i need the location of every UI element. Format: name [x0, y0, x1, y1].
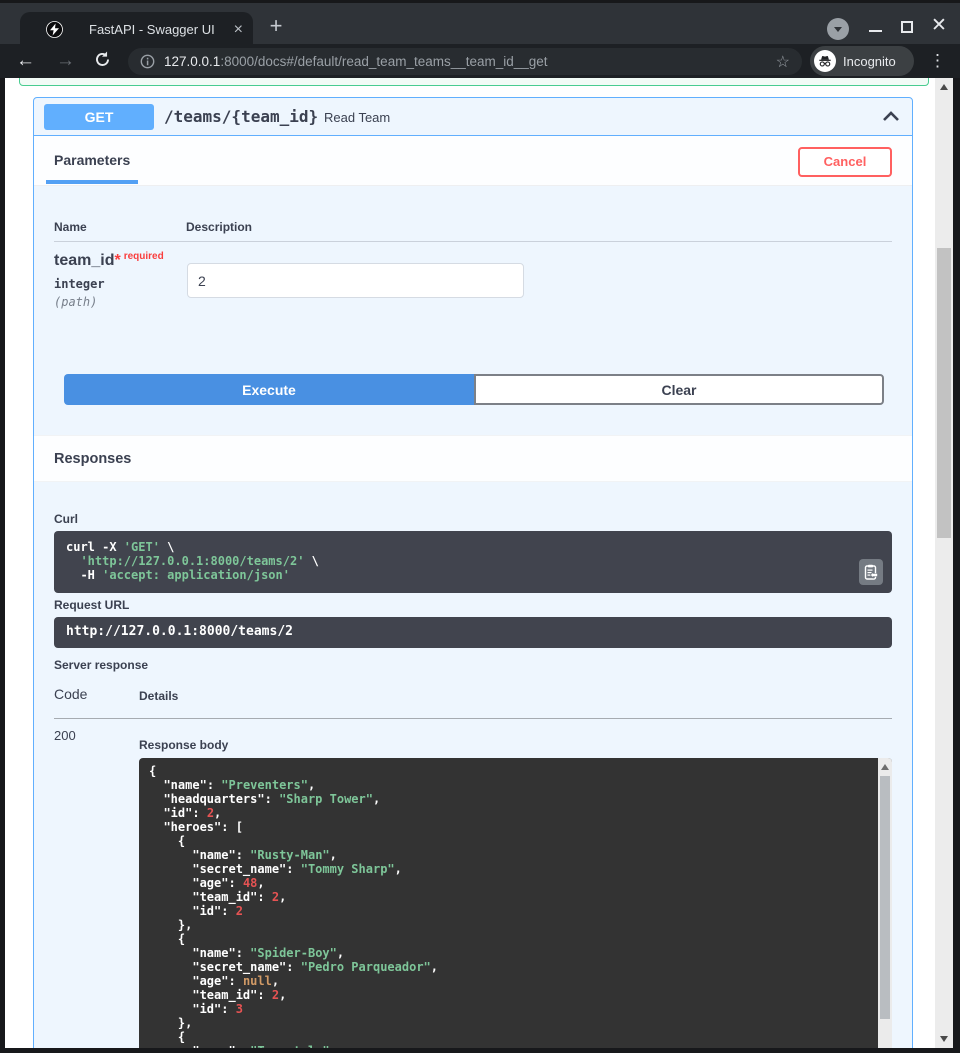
clear-button[interactable]: Clear [474, 374, 884, 405]
cancel-button[interactable]: Cancel [798, 147, 892, 177]
active-tab-underline [46, 180, 138, 184]
method-badge: GET [44, 104, 154, 130]
page-scroll-down-icon[interactable] [940, 1036, 948, 1042]
endpoint-summary: Read Team [324, 98, 390, 136]
request-url-label: Request URL [54, 598, 129, 612]
bookmark-star-icon[interactable]: ☆ [776, 52, 790, 72]
new-tab-button[interactable]: + [262, 13, 290, 41]
copy-to-clipboard-button[interactable] [859, 559, 883, 585]
back-icon[interactable]: ← [16, 50, 35, 71]
window-menu-button[interactable] [827, 18, 849, 40]
previous-opblock-partial[interactable] [19, 78, 929, 86]
menu-kebab-icon[interactable]: ⋮ [929, 51, 946, 71]
page-scrollbar-thumb[interactable] [937, 248, 951, 538]
required-star: * [114, 252, 120, 269]
url-path: :8000/docs#/default/read_team_teams__tea… [220, 54, 547, 69]
response-body-scrollbar[interactable] [878, 758, 892, 1048]
responses-section-header: Responses [34, 435, 912, 482]
param-value-input[interactable] [187, 263, 524, 298]
required-label: required [124, 251, 164, 262]
execute-button[interactable]: Execute [64, 374, 474, 405]
responses-title: Responses [54, 451, 131, 467]
param-name: team_id*required [54, 251, 164, 270]
code-column-header: Code [54, 686, 87, 702]
endpoint-path: /teams/{team_id} [164, 98, 318, 136]
forward-icon[interactable]: → [56, 50, 75, 71]
details-column-header: Details [139, 689, 178, 703]
incognito-icon [814, 50, 836, 72]
browser-toolbar: ← → 127.0.0.1:8000/docs#/default/read_te… [0, 44, 960, 78]
browser-tab[interactable]: FastAPI - Swagger UI × [20, 12, 253, 47]
column-header-name: Name [54, 220, 87, 234]
request-url-block: http://127.0.0.1:8000/teams/2 [54, 617, 892, 648]
parameters-section-header: Parameters Cancel [34, 136, 912, 186]
scroll-up-arrow-icon[interactable] [881, 764, 889, 770]
url-host: 127.0.0.1 [164, 54, 220, 69]
site-info-icon[interactable] [140, 54, 155, 69]
reload-icon[interactable] [94, 50, 111, 69]
chevron-down-icon [834, 27, 842, 32]
opblock-header[interactable]: GET /teams/{team_id} Read Team [34, 98, 912, 136]
request-url-value: http://127.0.0.1:8000/teams/2 [66, 625, 880, 639]
url-bar[interactable]: 127.0.0.1:8000/docs#/default/read_team_t… [128, 48, 802, 75]
status-code: 200 [54, 728, 76, 743]
param-type: integer [54, 277, 105, 291]
incognito-badge: Incognito [810, 46, 914, 76]
server-response-divider [54, 718, 892, 719]
minimize-button[interactable] [869, 30, 882, 32]
url-text: 127.0.0.1:8000/docs#/default/read_team_t… [164, 54, 768, 69]
fastapi-favicon-icon [46, 21, 63, 38]
tab-parameters[interactable]: Parameters [54, 152, 130, 168]
curl-label: Curl [54, 512, 78, 526]
response-body-block: { "name": "Preventers", "headquarters": … [139, 758, 892, 1048]
browser-frame: FastAPI - Swagger UI × + ✕ [0, 0, 960, 44]
window-close-button[interactable]: ✕ [931, 14, 947, 37]
param-location: (path) [54, 295, 97, 309]
curl-command: curl -X 'GET' \ 'http://127.0.0.1:8000/t… [66, 540, 880, 582]
scrollbar-thumb[interactable] [880, 776, 890, 1019]
response-body-label: Response body [139, 738, 228, 752]
collapse-chevron-icon[interactable] [882, 111, 900, 122]
page-scrollbar[interactable] [935, 78, 953, 1048]
tab-close-icon[interactable]: × [234, 22, 243, 38]
curl-block: curl -X 'GET' \ 'http://127.0.0.1:8000/t… [54, 531, 892, 593]
maximize-button[interactable] [901, 21, 913, 33]
page-scroll-up-icon[interactable] [940, 84, 948, 90]
incognito-label: Incognito [843, 54, 896, 69]
server-response-label: Server response [54, 658, 148, 672]
tab-title: FastAPI - Swagger UI [89, 22, 234, 37]
clipboard-icon [864, 564, 878, 580]
table-header-divider [54, 241, 892, 242]
opblock-get-teams: GET /teams/{team_id} Read Team Parameter… [33, 97, 913, 1048]
response-body-json: { "name": "Preventers", "headquarters": … [139, 758, 892, 1048]
column-header-description: Description [186, 220, 252, 234]
swagger-page: GET /teams/{team_id} Read Team Parameter… [5, 78, 953, 1048]
